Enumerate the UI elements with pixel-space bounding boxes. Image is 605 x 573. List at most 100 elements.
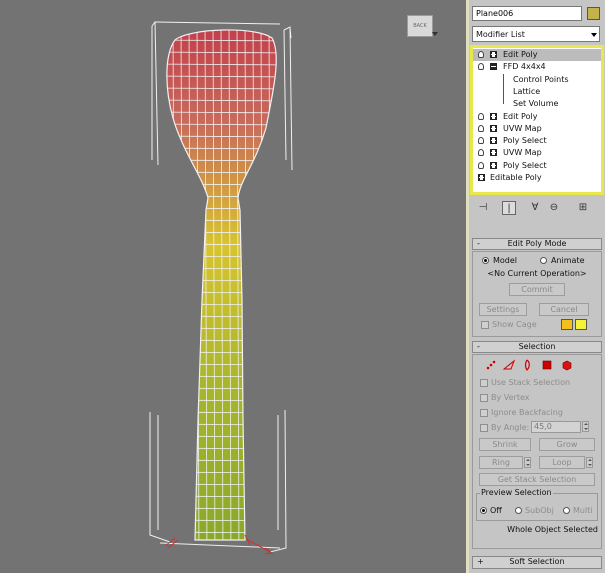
stack-modifier-item[interactable]: Poly Select	[473, 135, 601, 147]
expand-icon[interactable]	[490, 149, 497, 157]
soft-selection-rollout-header[interactable]: + Soft Selection	[472, 556, 602, 569]
shrink-button[interactable]: Shrink	[479, 438, 531, 451]
by-angle-checkbox[interactable]	[480, 424, 488, 432]
viewcube-face[interactable]: BACK	[407, 15, 433, 37]
rollout-collapse-sign: -	[477, 342, 480, 351]
edit-poly-mode-rollout-header[interactable]: - Edit Poly Mode	[472, 238, 602, 250]
preview-multi-radio[interactable]	[563, 507, 570, 514]
stack-modifier-item[interactable]: Edit Poly	[473, 49, 601, 61]
viewcube[interactable]: BACK	[404, 12, 438, 44]
model-radio[interactable]	[482, 257, 489, 264]
collapse-icon[interactable]	[490, 63, 497, 71]
ignore-backfacing-checkbox[interactable]	[480, 409, 488, 417]
perspective-viewport[interactable]: BACK	[0, 0, 466, 573]
use-stack-selection-label: Use Stack Selection	[491, 378, 571, 387]
by-angle-label: By Angle:	[491, 423, 530, 432]
expand-icon[interactable]	[490, 124, 497, 132]
object-name-field[interactable]: Plane006	[472, 6, 582, 21]
lightbulb-icon[interactable]	[478, 149, 484, 157]
current-operation-text: <No Current Operation>	[487, 269, 587, 278]
animate-label: Animate	[551, 256, 585, 265]
command-panel: Plane006 Modifier List Edit Poly FFD 4x4x…	[469, 0, 605, 573]
lightbulb-icon[interactable]	[478, 161, 484, 169]
stack-toolbar: ⊣ | ∀ ⊖ ⊞	[472, 198, 602, 222]
lightbulb-icon[interactable]	[478, 51, 484, 58]
edit-poly-mode-rollout: Model Animate <No Current Operation> Com…	[472, 251, 602, 337]
rollout-title: Selection	[518, 342, 556, 351]
modifier-stack: Edit Poly FFD 4x4x4 Control Points Lattice S…	[470, 45, 604, 195]
cage-selected-color-swatch[interactable]	[575, 319, 587, 330]
configure-sets-icon[interactable]: ⊞	[576, 201, 590, 215]
rollout-expand-sign: +	[477, 557, 484, 566]
rollout-title: Soft Selection	[509, 557, 565, 566]
preview-off-radio[interactable]	[480, 507, 487, 514]
selection-rollout-header[interactable]: - Selection	[472, 341, 602, 353]
preview-off-label: Off	[490, 506, 502, 515]
stack-item-label: Control Points	[513, 74, 569, 84]
by-angle-spinner[interactable]	[582, 421, 589, 432]
show-cage-checkbox[interactable]	[481, 321, 489, 329]
viewcube-menu-icon[interactable]	[432, 32, 438, 36]
ring-spinner[interactable]	[524, 457, 531, 468]
expand-icon[interactable]	[490, 51, 497, 58]
lightbulb-icon[interactable]	[478, 124, 484, 132]
stack-item-label: Poly Select	[503, 136, 547, 146]
stack-item-label: Edit Poly	[503, 50, 538, 59]
stack-subobject-item[interactable]: Control Points	[473, 74, 601, 86]
settings-button[interactable]: Settings	[479, 303, 527, 316]
commit-button[interactable]: Commit	[509, 283, 565, 296]
stack-item-label: UVW Map	[503, 148, 542, 158]
loop-button[interactable]: Loop	[539, 456, 585, 469]
by-vertex-label: By Vertex	[491, 393, 530, 402]
show-end-result-icon[interactable]: |	[502, 201, 516, 215]
stack-modifier-item[interactable]: FFD 4x4x4	[473, 61, 601, 73]
lightbulb-icon[interactable]	[478, 63, 484, 71]
stack-item-label: Edit Poly	[503, 111, 538, 121]
preview-selection-title: Preview Selection	[480, 488, 553, 498]
ring-button[interactable]: Ring	[479, 456, 523, 469]
get-stack-selection-button[interactable]: Get Stack Selection	[479, 473, 595, 486]
modifier-list-dropdown[interactable]: Modifier List	[472, 26, 600, 42]
by-angle-value-field[interactable]: 45,0	[531, 421, 581, 433]
subobject-level-toolbar	[483, 359, 593, 373]
stack-item-label: Editable Poly	[490, 173, 542, 182]
lightbulb-icon[interactable]	[478, 112, 484, 120]
stack-modifier-item[interactable]: UVW Map	[473, 123, 601, 135]
vertex-icon[interactable]	[485, 359, 497, 371]
by-vertex-checkbox[interactable]	[480, 394, 488, 402]
stack-item-label: FFD 4x4x4	[503, 62, 546, 72]
expand-icon[interactable]	[490, 137, 497, 145]
remove-modifier-icon[interactable]: ⊖	[547, 201, 561, 215]
animate-radio[interactable]	[540, 257, 547, 264]
expand-icon[interactable]	[478, 174, 485, 181]
lightbulb-icon[interactable]	[478, 137, 484, 145]
stack-modifier-item[interactable]: Editable Poly	[473, 172, 601, 184]
stack-subobject-item[interactable]: Lattice	[473, 86, 601, 98]
cage-color-swatch[interactable]	[561, 319, 573, 330]
preview-subobj-radio[interactable]	[515, 507, 522, 514]
model-label: Model	[493, 256, 518, 265]
expand-icon[interactable]	[490, 161, 497, 169]
use-stack-selection-checkbox[interactable]	[480, 379, 488, 387]
object-color-swatch[interactable]	[587, 7, 600, 20]
chevron-down-icon[interactable]	[591, 33, 597, 37]
stack-modifier-item[interactable]: Edit Poly	[473, 111, 601, 123]
stack-item-label: Lattice	[513, 86, 541, 96]
make-unique-icon[interactable]: ∀	[528, 201, 542, 215]
stack-item-label: Poly Select	[503, 160, 547, 170]
stack-subobject-item[interactable]: Set Volume	[473, 98, 601, 110]
pin-stack-icon[interactable]: ⊣	[476, 201, 490, 215]
stack-modifier-item[interactable]: UVW Map	[473, 147, 601, 159]
cancel-button[interactable]: Cancel	[539, 303, 589, 316]
grow-button[interactable]: Grow	[539, 438, 595, 451]
loop-spinner[interactable]	[586, 457, 593, 468]
border-icon[interactable]	[521, 359, 533, 371]
rollout-collapse-sign: -	[477, 239, 480, 248]
expand-icon[interactable]	[490, 112, 497, 120]
preview-subobj-label: SubObj	[525, 506, 554, 515]
element-icon[interactable]	[561, 359, 573, 371]
stack-modifier-item[interactable]: Poly Select	[473, 160, 601, 172]
polygon-icon[interactable]	[541, 359, 553, 371]
show-cage-label: Show Cage	[492, 320, 537, 329]
edge-icon[interactable]	[503, 359, 515, 371]
